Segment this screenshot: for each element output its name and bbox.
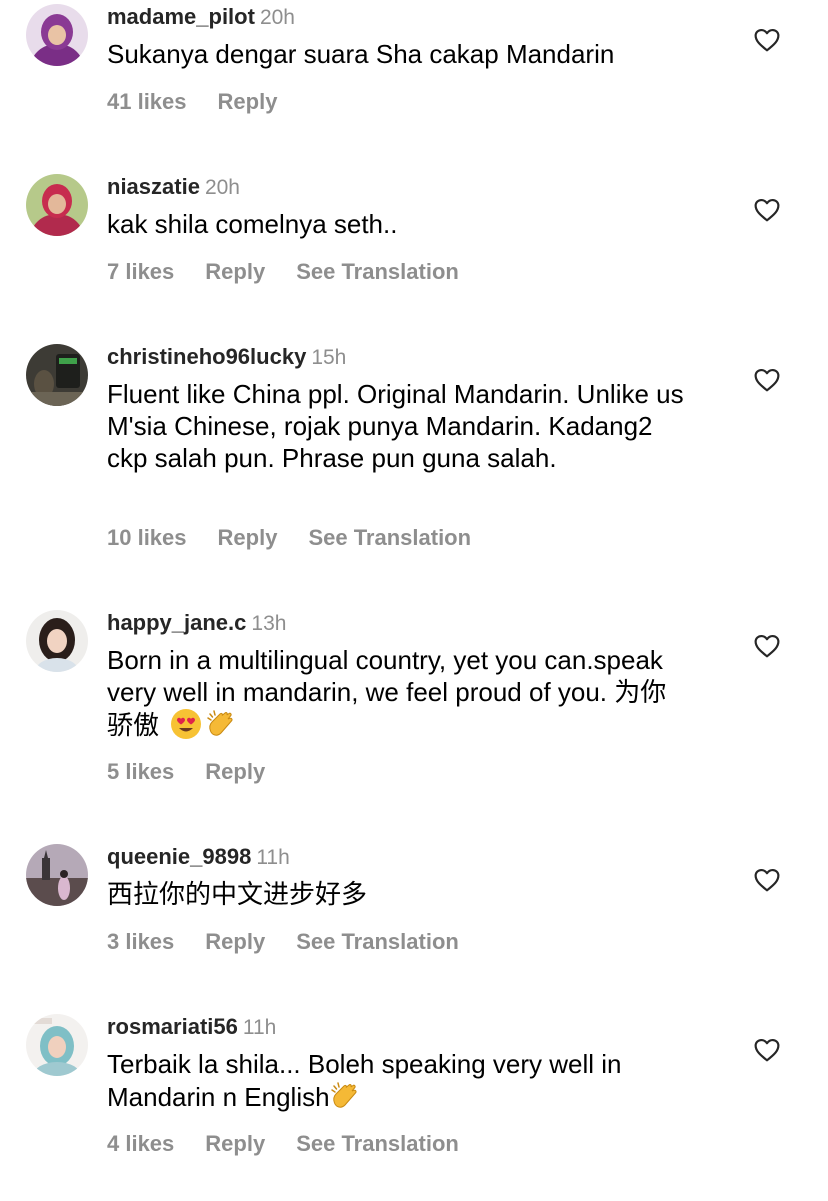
timestamp: 15h (311, 346, 347, 369)
comment-text: kak shila comelnya seth.. (107, 209, 398, 239)
comment-header: queenie_9898 11h (107, 844, 290, 871)
comment-actions: 3 likes Reply See Translation (107, 929, 490, 955)
like-heart-icon[interactable] (754, 368, 780, 394)
avatar-image (26, 4, 88, 66)
comment-header: christineho96lucky 15h (107, 344, 346, 371)
heart-eyes-emoji-icon (170, 708, 202, 740)
comment-text: Fluent like China ppl. Original Mandarin… (107, 379, 684, 473)
reply-button[interactable]: Reply (218, 525, 278, 551)
clapping-hands-emoji-icon (206, 708, 238, 740)
avatar[interactable] (26, 174, 88, 236)
timestamp: 13h (251, 612, 287, 635)
like-heart-icon[interactable] (754, 198, 780, 224)
avatar[interactable] (26, 344, 88, 406)
comment-header: rosmariati56 11h (107, 1014, 276, 1041)
reply-button[interactable]: Reply (205, 1131, 265, 1157)
avatar[interactable] (26, 1014, 88, 1076)
comment-text-block: Born in a multilingual country, yet you … (107, 644, 687, 741)
clapping-hands-emoji-icon (330, 1080, 362, 1112)
likes-count[interactable]: 4 likes (107, 1131, 174, 1157)
avatar-image (26, 610, 88, 672)
username[interactable]: niaszatie (107, 174, 200, 199)
comment-actions: 5 likes Reply (107, 759, 296, 785)
see-translation-button[interactable]: See Translation (296, 259, 459, 285)
like-heart-icon[interactable] (754, 1038, 780, 1064)
timestamp: 20h (204, 176, 240, 199)
like-heart-icon[interactable] (754, 28, 780, 54)
username[interactable]: christineho96lucky (107, 344, 306, 369)
reply-button[interactable]: Reply (205, 929, 265, 955)
timestamp: 11h (256, 846, 290, 869)
likes-count[interactable]: 3 likes (107, 929, 174, 955)
avatar-image (26, 174, 88, 236)
avatar-image (26, 344, 88, 406)
timestamp: 20h (259, 6, 295, 29)
comment-header: niaszatie 20h (107, 174, 240, 201)
reply-button[interactable]: Reply (205, 259, 265, 285)
comment-header: madame_pilot 20h (107, 4, 295, 31)
comment-actions: 4 likes Reply See Translation (107, 1131, 490, 1157)
username[interactable]: madame_pilot (107, 4, 255, 29)
avatar-image (26, 1014, 88, 1076)
like-heart-icon[interactable] (754, 634, 780, 660)
timestamp: 11h (242, 1016, 277, 1039)
see-translation-button[interactable]: See Translation (296, 929, 459, 955)
likes-count[interactable]: 5 likes (107, 759, 174, 785)
comment-text: Sukanya dengar suara Sha cakap Mandarin (107, 39, 615, 69)
comment-text: 西拉你的中文进步好多 (107, 879, 368, 909)
likes-count[interactable]: 10 likes (107, 525, 187, 551)
comment-actions: 41 likes Reply (107, 89, 308, 115)
comment-text: Terbaik la shila... Boleh speaking very … (107, 1049, 622, 1112)
username[interactable]: rosmariati56 (107, 1014, 238, 1039)
avatar[interactable] (26, 610, 88, 672)
reply-button[interactable]: Reply (218, 89, 278, 115)
like-heart-icon[interactable] (754, 868, 780, 894)
reply-button[interactable]: Reply (205, 759, 265, 785)
avatar[interactable] (26, 844, 88, 906)
comment-header: happy_jane.c 13h (107, 610, 286, 637)
avatar[interactable] (26, 4, 88, 66)
avatar-image (26, 844, 88, 906)
see-translation-button[interactable]: See Translation (308, 525, 471, 551)
username[interactable]: happy_jane.c (107, 610, 246, 635)
comment-actions: 10 likes Reply See Translation (107, 525, 502, 551)
likes-count[interactable]: 41 likes (107, 89, 187, 115)
comment-text-block: Terbaik la shila... Boleh speaking very … (107, 1048, 717, 1113)
comment-list: madame_pilot 20h Sukanya dengar suara Sha… (0, 0, 828, 1201)
likes-count[interactable]: 7 likes (107, 259, 174, 285)
comment-actions: 7 likes Reply See Translation (107, 259, 490, 285)
username[interactable]: queenie_9898 (107, 844, 251, 869)
see-translation-button[interactable]: See Translation (296, 1131, 459, 1157)
